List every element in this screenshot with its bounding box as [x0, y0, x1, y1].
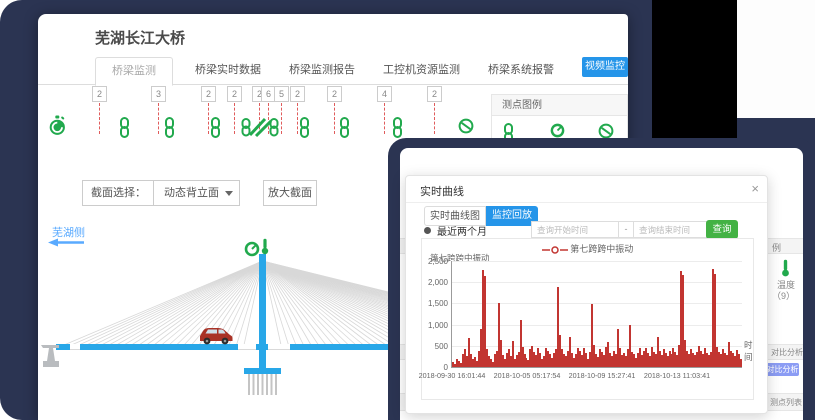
- point-list-partial-label: 测点列表: [770, 397, 802, 408]
- y-axis-tick: 2,000: [414, 278, 448, 287]
- deck-expansion-gap: [238, 344, 256, 350]
- deck-expansion-gap: [70, 344, 80, 350]
- y-axis-tick: 500: [414, 342, 448, 351]
- y-axis-tick: 1,500: [414, 299, 448, 308]
- chart-container: 第七跨跨中振动 第七跨跨中振动 2,5002,0001,5001,0005000…: [421, 238, 754, 400]
- bridge-tower: [259, 254, 266, 368]
- tower-gauge-icon[interactable]: [244, 241, 260, 257]
- foundation-piles: [247, 374, 278, 395]
- thermometer-icon[interactable]: [780, 259, 791, 277]
- legend-text: 第七跨跨中振动: [570, 244, 633, 254]
- screen: 芜湖长江大桥 桥梁监测桥梁实时数据桥梁监测报告工控机资源监测桥梁系统报警 视频监…: [0, 0, 815, 420]
- y-axis-tick: 1,000: [414, 321, 448, 330]
- x-axis-tick: 2018-10-05 05:17:54: [489, 371, 565, 380]
- gridline: [452, 325, 742, 326]
- left-pier: [40, 345, 60, 370]
- realtime-curve-modal: 实时曲线 × 实时曲线图 监控回放 最近两个月 - 查询 第七跨跨中振动 第七跨…: [405, 175, 768, 414]
- x-axis-tick: 2018-10-13 11:03:41: [639, 371, 715, 380]
- x-axis-tick: 2018-09-30 16:01:44: [414, 371, 490, 380]
- modal-title: 实时曲线: [420, 183, 464, 199]
- tower-thermometer-icon[interactable]: [260, 238, 270, 255]
- modal-header: 实时曲线 ×: [406, 176, 767, 203]
- thermometer-count: （9）: [772, 289, 795, 302]
- date-range-separator: -: [618, 221, 634, 238]
- legend-section-partial-label: 例: [772, 241, 781, 254]
- legend-marker-icon: [542, 246, 568, 254]
- x-axis-tick: 2018-10-09 15:27:41: [564, 371, 640, 380]
- radio-last-two-months[interactable]: [424, 227, 431, 234]
- gridline: [452, 303, 742, 304]
- black-region: [652, 0, 737, 147]
- car: [198, 324, 234, 346]
- gridline: [452, 282, 742, 283]
- chart-plot: 2,5002,0001,5001,00050002018-09-30 16:01…: [451, 261, 742, 368]
- query-button[interactable]: 查询: [706, 220, 738, 239]
- chart-bar: [740, 359, 742, 367]
- deck-expansion-gap: [268, 344, 290, 350]
- query-start-time-input[interactable]: [531, 221, 619, 238]
- background-page-strip: [737, 0, 815, 118]
- x-axis-name: 时间: [744, 339, 753, 363]
- compare-section-partial-label: 对比分析: [771, 347, 803, 358]
- y-axis-tick: 2,500: [414, 257, 448, 266]
- compare-analysis-button[interactable]: 对比分析: [766, 363, 799, 376]
- close-icon[interactable]: ×: [751, 181, 759, 196]
- radio-label: 最近两个月: [437, 223, 487, 238]
- gridline: [452, 261, 742, 262]
